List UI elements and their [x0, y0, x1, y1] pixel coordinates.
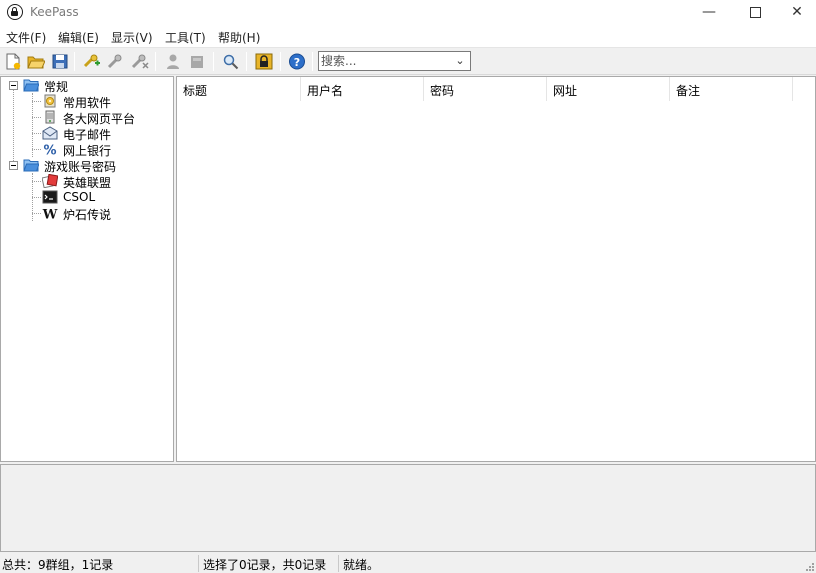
chevron-down-icon[interactable]: ⌄: [453, 53, 467, 69]
menu-help[interactable]: 帮助(H): [218, 29, 260, 46]
collapse-icon[interactable]: [9, 81, 18, 90]
copy-password-icon[interactable]: [188, 53, 206, 70]
tree-item[interactable]: 电子邮件: [1, 125, 171, 142]
column-header-notes[interactable]: 备注: [670, 77, 793, 101]
column-header-title[interactable]: 标题: [177, 77, 301, 101]
resize-grip-icon[interactable]: [804, 561, 815, 572]
svg-text:?: ?: [294, 56, 300, 69]
tree-item[interactable]: CSOL: [1, 189, 171, 205]
lock-workspace-icon[interactable]: [255, 53, 273, 70]
entry-list[interactable]: 标题 用户名 密码 网址 备注: [176, 76, 816, 462]
percent-icon: %: [43, 144, 56, 157]
svg-text:W: W: [42, 208, 58, 221]
add-entry-icon[interactable]: [83, 53, 101, 70]
save-icon[interactable]: [51, 53, 69, 70]
svg-text:%: %: [43, 144, 56, 157]
tree-group-game-accounts[interactable]: 游戏账号密码: [1, 157, 171, 174]
status-bar: 总共：9群组，1记录 选择了0记录，共0记录 就绪。: [0, 554, 816, 573]
game-cards-icon: [42, 174, 58, 188]
tree-item[interactable]: 常用软件: [1, 93, 171, 110]
collapse-icon[interactable]: [9, 161, 18, 170]
edit-entry-icon[interactable]: [107, 53, 125, 70]
toolbar-separator: [280, 52, 281, 71]
menu-edit[interactable]: 编辑(E): [58, 29, 99, 46]
menu-bar: 文件(F) 编辑(E) 显示(V) 工具(T) 帮助(H): [0, 26, 816, 48]
toolbar-separator: [312, 52, 313, 71]
folder-open-icon: [23, 159, 39, 172]
status-total: 总共：9群组，1记录: [2, 558, 114, 572]
tree-item[interactable]: 各大网页平台: [1, 109, 171, 126]
console-icon: [42, 190, 58, 204]
status-separator: [198, 555, 199, 572]
copy-username-icon[interactable]: [164, 53, 182, 70]
tree-item[interactable]: W 炉石传说: [1, 205, 171, 223]
window-title: KeePass: [30, 5, 79, 19]
keepass-lock-icon: [7, 4, 23, 20]
server-icon: [45, 110, 55, 124]
open-database-icon[interactable]: [27, 53, 45, 70]
new-database-icon[interactable]: [4, 53, 22, 70]
toolbar-separator: [213, 52, 214, 71]
toolbar-separator: [246, 52, 247, 71]
wikipedia-w-icon: W: [42, 208, 58, 221]
search-input[interactable]: [321, 53, 449, 69]
help-icon[interactable]: ?: [288, 53, 306, 70]
email-icon: [42, 126, 58, 140]
toolbar-separator: [155, 52, 156, 71]
menu-view[interactable]: 显示(V): [111, 29, 153, 46]
list-header: 标题 用户名 密码 网址 备注: [177, 77, 815, 101]
find-icon[interactable]: [222, 53, 240, 70]
close-button[interactable]: ✕: [778, 0, 816, 26]
column-header-username[interactable]: 用户名: [301, 77, 424, 101]
column-header-password[interactable]: 密码: [424, 77, 547, 101]
folder-open-icon: [23, 79, 39, 92]
tree-item[interactable]: 英雄联盟: [1, 173, 171, 190]
tree-item-label: CSOL: [63, 190, 96, 204]
status-selected: 选择了0记录，共0记录: [203, 558, 327, 572]
group-tree[interactable]: 常规 常用软件 各大网页平台 电子邮件 % 网上银行 游戏账号密码 英雄联盟 C…: [0, 76, 174, 462]
tree-item[interactable]: % 网上银行: [1, 141, 171, 159]
status-separator: [338, 555, 339, 572]
delete-entry-icon[interactable]: [131, 53, 149, 70]
column-header-url[interactable]: 网址: [547, 77, 670, 101]
minimize-button[interactable]: —: [686, 0, 732, 26]
maximize-button[interactable]: [732, 0, 778, 26]
toolbar-separator: [74, 52, 75, 71]
tree-item-label: 炉石传说: [63, 208, 112, 222]
software-cd-icon: [44, 94, 56, 108]
status-state: 就绪。: [343, 558, 380, 572]
menu-tools[interactable]: 工具(T): [165, 29, 206, 46]
entry-details-panel: [0, 464, 816, 552]
search-combobox[interactable]: ⌄: [318, 51, 471, 71]
title-bar: KeePass — ✕: [0, 0, 816, 26]
menu-file[interactable]: 文件(F): [6, 29, 46, 46]
toolbar: ? ⌄: [0, 48, 816, 75]
tree-group-general[interactable]: 常规: [1, 77, 171, 94]
